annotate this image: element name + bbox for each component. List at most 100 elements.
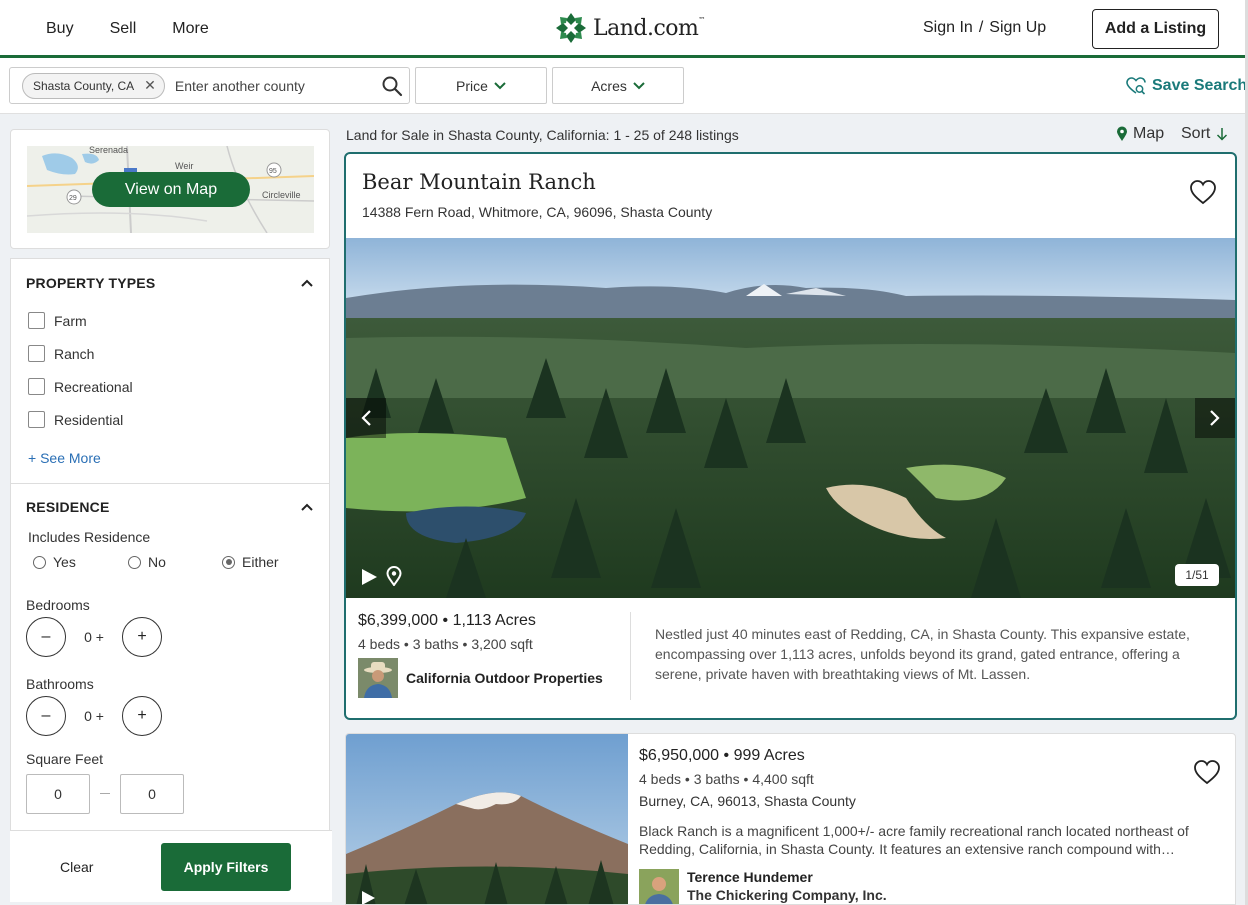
filters-panel: PROPERTY TYPES Farm Ranch Recreational R… xyxy=(10,258,330,830)
results-count: Land for Sale in Shasta County, Californ… xyxy=(346,127,739,143)
recreational-checkbox[interactable] xyxy=(28,378,45,395)
sort-label: Sort xyxy=(1181,125,1211,142)
chevron-up-icon[interactable] xyxy=(300,278,314,288)
farm-label: Farm xyxy=(54,312,87,329)
filter-actions: Clear Apply Filters xyxy=(10,830,332,902)
play-video-icon[interactable] xyxy=(360,568,378,586)
county-chip-label: Shasta County, CA xyxy=(33,78,135,93)
yes-label: Yes xyxy=(53,554,76,570)
search-icon[interactable] xyxy=(381,75,403,97)
map-toggle-label: Map xyxy=(1133,125,1165,142)
square-feet-label: Square Feet xyxy=(26,751,104,767)
farm-checkbox[interactable] xyxy=(28,312,45,329)
residence-no-option[interactable]: No xyxy=(128,554,166,570)
listing-agent[interactable]: Terence Hundemer The Chickering Company,… xyxy=(639,869,887,904)
map-label-route-95: 95 xyxy=(269,168,277,175)
listing-card[interactable]: $6,950,000 • 999 Acres 4 beds • 3 baths … xyxy=(345,733,1236,905)
section-divider xyxy=(11,483,329,484)
chevron-left-icon xyxy=(361,410,371,426)
residence-heading: RESIDENCE xyxy=(26,499,110,515)
bedrooms-decrement-button[interactable]: – xyxy=(26,617,66,657)
apply-filters-button[interactable]: Apply Filters xyxy=(161,843,291,891)
sign-in-link[interactable]: Sign In xyxy=(923,19,973,37)
sign-up-link[interactable]: Sign Up xyxy=(989,19,1046,37)
either-label: Either xyxy=(242,554,279,570)
listing-address: 14388 Fern Road, Whitmore, CA, 96096, Sh… xyxy=(362,204,713,220)
view-on-map-button[interactable]: View on Map xyxy=(92,172,250,207)
favorite-heart-icon[interactable] xyxy=(1189,179,1217,205)
residential-checkbox[interactable] xyxy=(28,411,45,428)
filter-ranch[interactable]: Ranch xyxy=(28,345,94,362)
ranch-checkbox[interactable] xyxy=(28,345,45,362)
agent-avatar xyxy=(358,658,398,698)
listing-title[interactable]: Bear Mountain Ranch xyxy=(362,170,596,194)
see-more-link[interactable]: + See More xyxy=(28,450,101,466)
sort-button[interactable]: Sort xyxy=(1181,125,1228,143)
next-photo-button[interactable] xyxy=(1195,398,1235,438)
save-search-button[interactable]: Save Search xyxy=(1126,77,1247,95)
bathrooms-decrement-button[interactable]: – xyxy=(26,696,66,736)
auth-separator: / xyxy=(978,19,984,36)
listing-price-acres: $6,399,000 • 1,113 Acres xyxy=(358,612,536,629)
agent-name: Terence Hundemer xyxy=(687,869,813,885)
auth-links: Sign In / Sign Up xyxy=(923,19,1046,37)
nav-sell[interactable]: Sell xyxy=(92,20,155,38)
listing-specs: 4 beds • 3 baths • 3,200 sqft xyxy=(358,636,533,652)
chevron-up-icon[interactable] xyxy=(300,502,314,512)
either-radio[interactable] xyxy=(222,555,235,569)
yes-radio[interactable] xyxy=(33,555,46,569)
listing-address: Burney, CA, 96013, Shasta County xyxy=(639,793,856,809)
filter-farm[interactable]: Farm xyxy=(28,312,87,329)
land-logo-icon xyxy=(556,13,586,43)
photo-counter: 1/51 xyxy=(1175,564,1219,586)
listing-photo[interactable]: 1/51 xyxy=(346,238,1235,598)
map-label-circleville: Circleville xyxy=(262,190,301,200)
arrow-down-icon xyxy=(1217,128,1228,141)
nav-buy[interactable]: Buy xyxy=(28,20,92,38)
map-preview-panel: Serenada Weir Circleville 95 29 View on … xyxy=(10,129,330,249)
location-pin-icon[interactable] xyxy=(386,566,402,586)
remove-county-icon[interactable]: ✕ xyxy=(144,77,156,94)
residence-yes-option[interactable]: Yes xyxy=(33,554,76,570)
landscape-photo xyxy=(346,238,1235,598)
mountain-photo xyxy=(346,734,628,904)
chevron-down-icon xyxy=(633,81,645,89)
listing-description: Black Ranch is a magnificent 1,000+/- ac… xyxy=(639,823,1189,857)
filter-recreational[interactable]: Recreational xyxy=(28,378,133,395)
agent-name: California Outdoor Properties xyxy=(406,670,603,686)
county-search-input[interactable] xyxy=(174,77,375,94)
listing-price: $6,950,000 xyxy=(639,747,720,764)
card-divider xyxy=(630,612,631,700)
chevron-right-icon xyxy=(1210,410,1220,426)
play-video-icon[interactable] xyxy=(360,890,376,905)
bathrooms-value: 0 + xyxy=(84,708,104,724)
sqft-max-input[interactable] xyxy=(120,774,184,814)
filter-residential[interactable]: Residential xyxy=(28,411,123,428)
listing-photo[interactable] xyxy=(346,734,628,905)
map-toggle[interactable]: Map xyxy=(1116,125,1164,143)
listing-agent[interactable]: California Outdoor Properties xyxy=(358,658,603,698)
listing-acres: 999 Acres xyxy=(733,747,805,764)
bedrooms-increment-button[interactable]: + xyxy=(122,617,162,657)
residence-either-option[interactable]: Either xyxy=(222,554,279,570)
map-label-weir: Weir xyxy=(175,161,193,171)
favorite-heart-icon[interactable] xyxy=(1193,759,1221,785)
county-chip: Shasta County, CA ✕ xyxy=(22,72,165,99)
clear-button[interactable]: Clear xyxy=(60,859,93,875)
site-logo[interactable]: Land.com™ xyxy=(555,12,705,44)
sqft-min-input[interactable] xyxy=(26,774,90,814)
acres-dropdown[interactable]: Acres xyxy=(552,67,684,104)
residential-label: Residential xyxy=(54,411,124,428)
no-radio[interactable] xyxy=(128,555,141,569)
property-types-heading: PROPERTY TYPES xyxy=(26,275,156,291)
bedrooms-label: Bedrooms xyxy=(26,597,90,613)
price-dropdown[interactable]: Price xyxy=(415,67,547,104)
nav-more[interactable]: More xyxy=(154,20,226,38)
agent-info: Terence Hundemer The Chickering Company,… xyxy=(687,869,887,903)
listing-card[interactable]: Bear Mountain Ranch 14388 Fern Road, Whi… xyxy=(344,152,1237,720)
add-listing-button[interactable]: Add a Listing xyxy=(1092,9,1219,49)
range-dash xyxy=(100,793,110,794)
bathrooms-increment-button[interactable]: + xyxy=(122,696,162,736)
save-search-label: Save Search xyxy=(1152,77,1248,94)
previous-photo-button[interactable] xyxy=(346,398,386,438)
